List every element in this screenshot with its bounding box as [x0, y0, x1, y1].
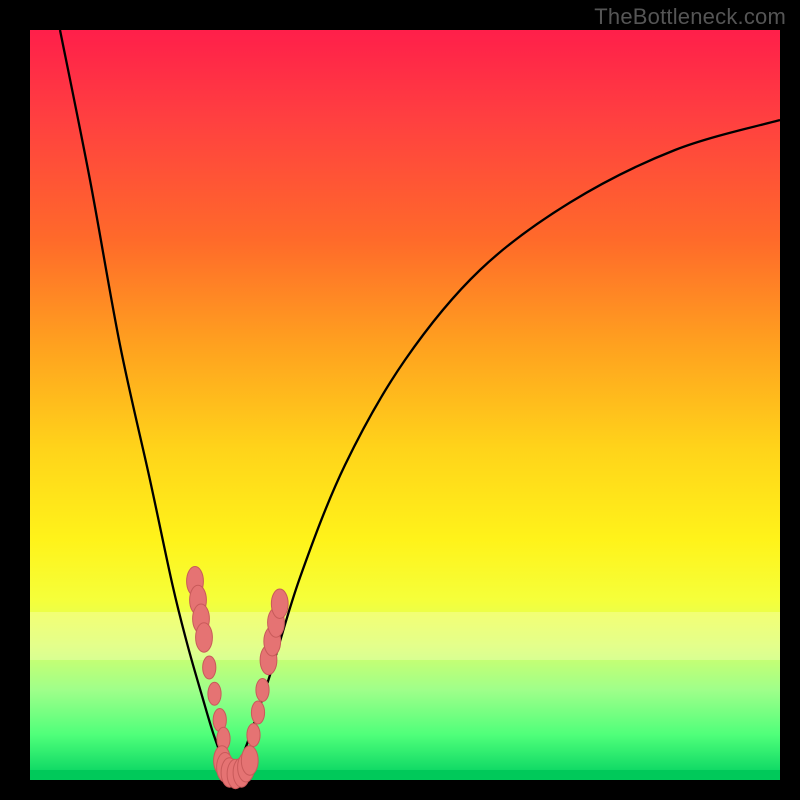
data-marker	[208, 682, 221, 705]
watermark-text: TheBottleneck.com	[594, 4, 786, 30]
right-curve	[233, 120, 781, 780]
marker-group	[187, 567, 289, 789]
plot-area	[30, 30, 780, 780]
data-marker	[196, 623, 213, 652]
chart-svg	[30, 30, 780, 780]
chart-frame: TheBottleneck.com	[0, 0, 800, 800]
data-marker	[251, 701, 264, 724]
data-marker	[256, 678, 269, 701]
data-marker	[203, 656, 216, 679]
data-marker	[271, 589, 288, 618]
data-marker	[247, 723, 260, 746]
data-marker	[241, 746, 258, 775]
